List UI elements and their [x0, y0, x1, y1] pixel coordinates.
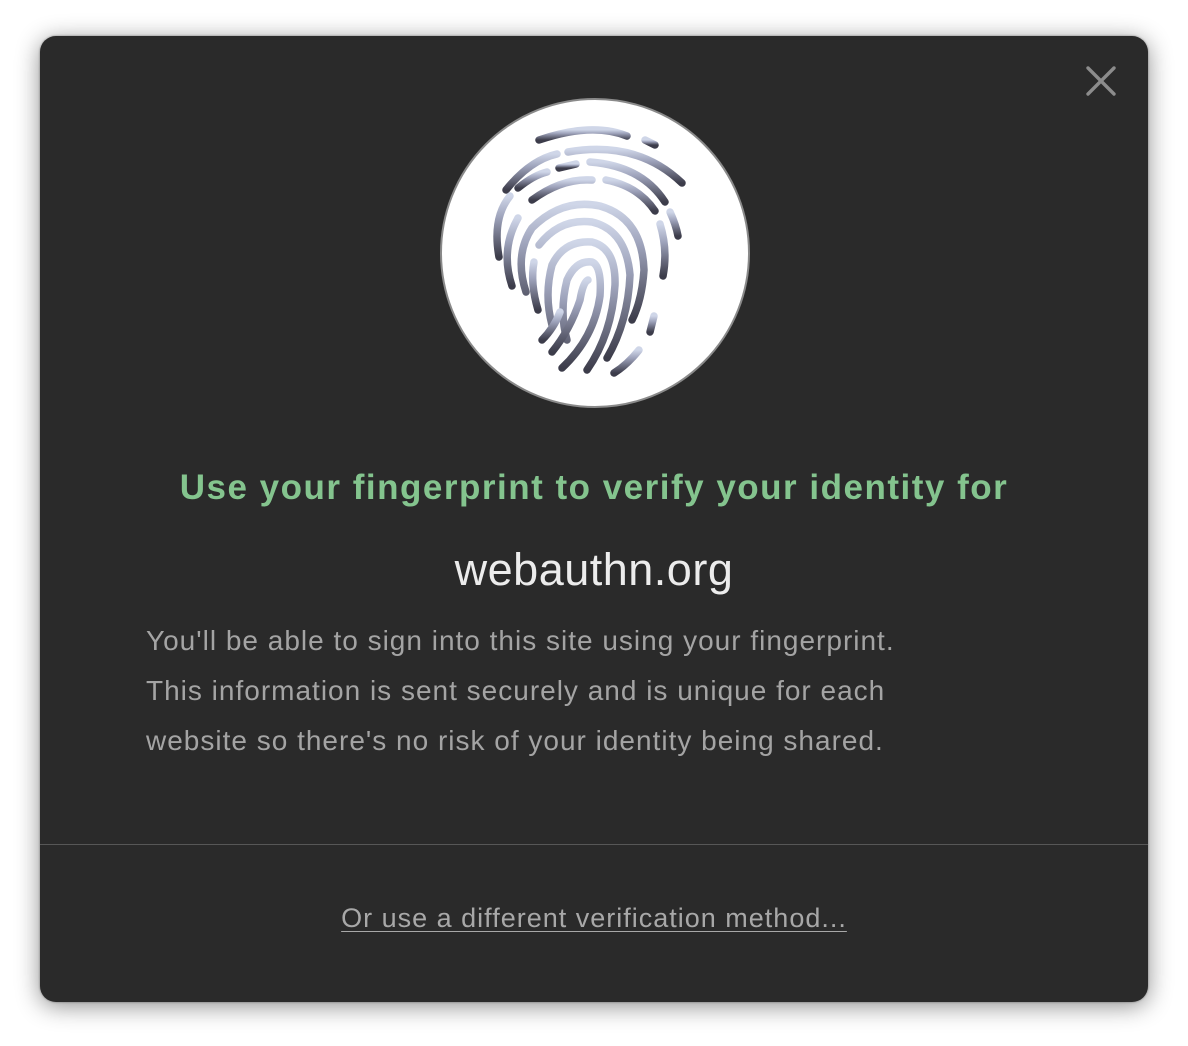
divider	[40, 844, 1148, 845]
description-line: You'll be able to sign into this site us…	[146, 625, 895, 656]
fingerprint-badge	[440, 98, 750, 408]
description-text: You'll be able to sign into this site us…	[146, 616, 1046, 766]
alternate-verification-link[interactable]: Or use a different verification method..…	[341, 903, 847, 933]
close-icon	[1086, 66, 1116, 96]
description-line: This information is sent securely and is…	[146, 675, 886, 706]
site-domain: webauthn.org	[454, 544, 734, 595]
close-button[interactable]	[1082, 62, 1120, 100]
fingerprint-verification-dialog: Use your fingerprint to verify your iden…	[40, 36, 1148, 1002]
fingerprint-icon	[493, 126, 686, 377]
alternate-method-row: Or use a different verification method..…	[40, 898, 1148, 938]
verification-headline: Use your fingerprint to verify your iden…	[179, 468, 1009, 507]
description-line: website so there's no risk of your ident…	[146, 725, 884, 756]
